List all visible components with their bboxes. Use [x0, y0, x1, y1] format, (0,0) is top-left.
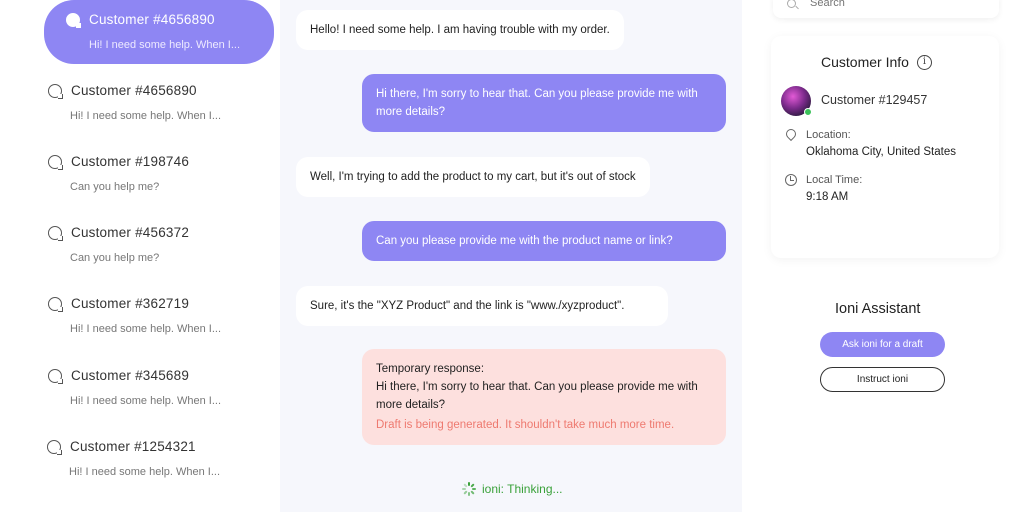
- conversation-preview: Hi! I need some help. When I...: [70, 323, 222, 335]
- outgoing-message: Can you please provide me with the produ…: [362, 221, 726, 261]
- conversation-item[interactable]: Customer #198746 Can you help me?: [44, 146, 274, 208]
- thinking-text: ioni: Thinking...: [482, 482, 563, 496]
- conversation-preview: Can you help me?: [70, 181, 160, 193]
- customer-info-card: Customer Info i Customer #129457 Locatio…: [771, 36, 999, 258]
- incoming-message: Hello! I need some help. I am having tro…: [296, 10, 624, 50]
- chat-bubble-icon: [48, 83, 63, 99]
- draft-heading: Temporary response:: [376, 363, 485, 375]
- clock-icon: [785, 174, 797, 186]
- location-label: Location:: [806, 129, 851, 141]
- conversation-name: Customer #345689: [71, 368, 190, 383]
- local-time-value: 9:18 AM: [806, 191, 849, 203]
- chat-bubble-icon: [47, 439, 62, 455]
- conversation-sidebar: Customer #4656890 Hi! I need some help. …: [0, 0, 274, 512]
- chat-bubble-icon: [48, 225, 63, 241]
- support-app: Customer #4656890 Hi! I need some help. …: [0, 0, 1024, 512]
- thinking-indicator: ioni: Thinking...: [462, 482, 563, 496]
- ask-draft-button[interactable]: Ask ioni for a draft: [820, 332, 945, 357]
- conversation-item[interactable]: Customer #1254321 Hi! I need some help. …: [43, 431, 273, 493]
- avatar: [781, 86, 812, 116]
- draft-text: Hi there, I'm sorry to hear that. Can yo…: [376, 381, 698, 411]
- chat-bubble-icon: [48, 368, 63, 384]
- search-box: [773, 0, 999, 18]
- customer-info-title: Customer Info: [821, 54, 909, 70]
- info-icon[interactable]: i: [916, 54, 932, 70]
- customer-name: Customer #129457: [821, 93, 928, 107]
- local-time-label: Local Time:: [806, 174, 863, 186]
- outgoing-message: Hi there, I'm sorry to hear that. Can yo…: [362, 74, 726, 132]
- conversation-name: Customer #1254321: [70, 439, 196, 454]
- chat-bubble-icon: [66, 12, 81, 28]
- chat-bubble-icon: [48, 154, 63, 170]
- conversation-item[interactable]: Customer #362719 Hi! I need some help. W…: [44, 288, 274, 350]
- instruct-button[interactable]: Instruct ioni: [820, 367, 945, 392]
- conversation-item[interactable]: Customer #4656890 Hi! I need some help. …: [44, 75, 274, 137]
- search-input[interactable]: [810, 0, 970, 9]
- chat-bubble-icon: [48, 296, 63, 312]
- right-panel: Customer Info i Customer #129457 Locatio…: [765, 0, 1024, 512]
- conversation-preview: Hi! I need some help. When I...: [70, 110, 222, 122]
- conversation-item[interactable]: Customer #456372 Can you help me?: [44, 217, 274, 279]
- conversation-preview: Hi! I need some help. When I...: [69, 466, 221, 478]
- conversation-name: Customer #198746: [71, 154, 190, 169]
- conversation-name: Customer #362719: [71, 296, 190, 311]
- conversation-preview: Hi! I need some help. When I...: [89, 39, 241, 51]
- online-status-dot: [804, 108, 812, 116]
- conversation-name: Customer #456372: [71, 225, 190, 240]
- conversation-item[interactable]: Customer #345689 Hi! I need some help. W…: [44, 360, 274, 422]
- incoming-message: Well, I'm trying to add the product to m…: [296, 157, 650, 197]
- conversation-name: Customer #4656890: [71, 83, 197, 98]
- incoming-message: Sure, it's the "XYZ Product" and the lin…: [296, 286, 668, 326]
- spinner-icon: [462, 482, 476, 496]
- conversation-item-active[interactable]: Customer #4656890 Hi! I need some help. …: [44, 0, 274, 64]
- chat-thread: Hello! I need some help. I am having tro…: [280, 0, 742, 512]
- location-pin-icon: [783, 126, 799, 142]
- conversation-preview: Hi! I need some help. When I...: [70, 395, 222, 407]
- location-value: Oklahoma City, United States: [806, 146, 956, 158]
- draft-response: Temporary response: Hi there, I'm sorry …: [362, 349, 726, 445]
- conversation-name: Customer #4656890: [89, 12, 215, 27]
- assistant-title: Ioni Assistant: [835, 301, 921, 317]
- search-icon: [787, 0, 796, 8]
- draft-status: Draft is being generated. It shouldn't t…: [376, 419, 675, 431]
- conversation-preview: Can you help me?: [70, 252, 160, 264]
